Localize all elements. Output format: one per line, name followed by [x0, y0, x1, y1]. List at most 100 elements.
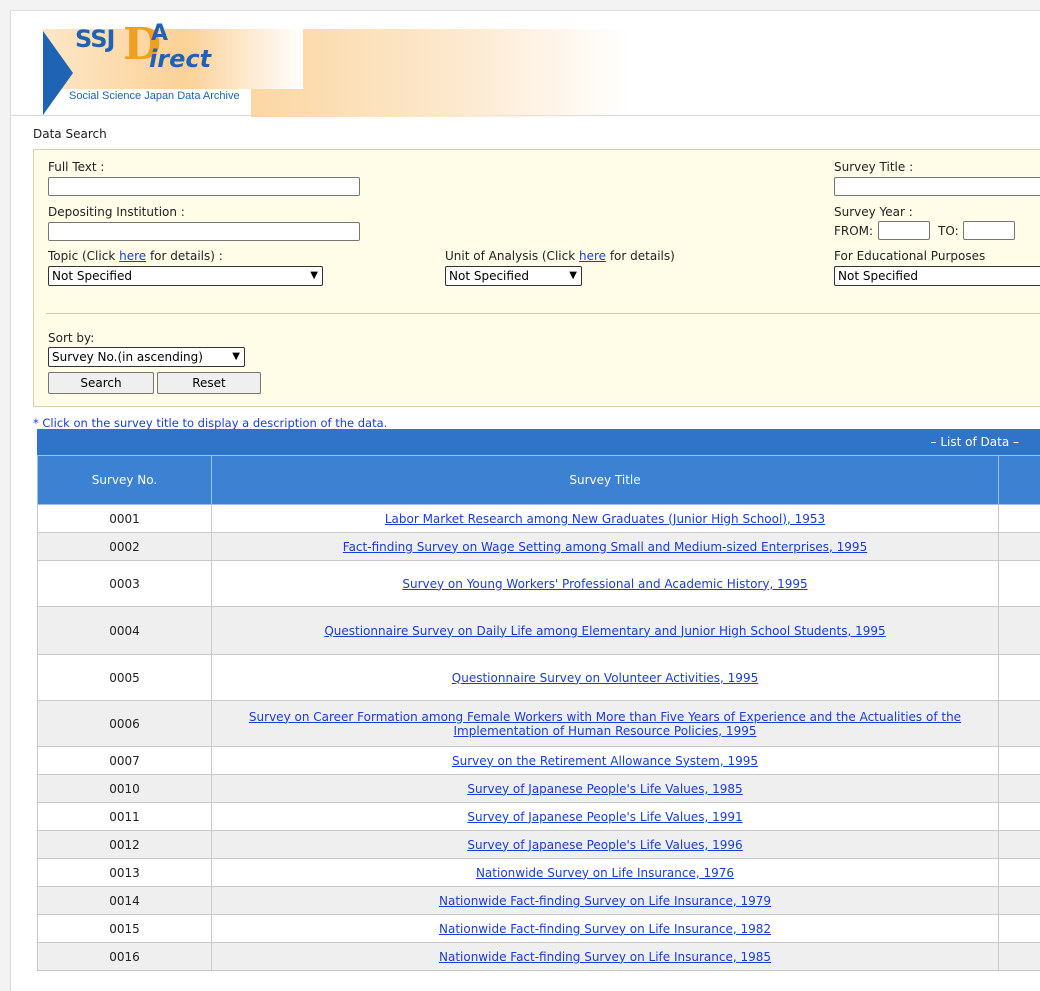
- depositing-input[interactable]: [48, 222, 360, 241]
- table-row: 0001Labor Market Research among New Grad…: [38, 505, 1040, 533]
- survey-title-link[interactable]: Survey on Young Workers' Professional an…: [402, 577, 807, 591]
- table-row: 0012 Survey of Japanese People's Life Val…: [38, 831, 1040, 859]
- extra-cell: [999, 607, 1040, 655]
- survey-title-link[interactable]: Labor Market Research among New Graduate…: [385, 512, 825, 526]
- logo-subtitle: Social Science Japan Data Archive: [69, 90, 240, 102]
- full-text-label: Full Text :: [48, 160, 104, 174]
- table-body: 0001Labor Market Research among New Grad…: [38, 505, 1040, 971]
- depositing-label: Depositing Institution :: [48, 205, 185, 219]
- survey-title-link[interactable]: Survey of Japanese People's Life Values,…: [467, 782, 742, 796]
- survey-title-cell: Survey of Japanese People's Life Values,…: [212, 775, 999, 803]
- from-label: FROM:: [834, 224, 873, 238]
- topic-label-pre: Topic (Click: [48, 249, 119, 263]
- extra-cell: [999, 943, 1040, 971]
- extra-cell: [999, 803, 1040, 831]
- survey-no-cell: 0006: [38, 701, 212, 747]
- edu-select-value: Not Specified: [838, 269, 918, 283]
- survey-title-link[interactable]: Survey on Career Formation among Female …: [249, 710, 961, 738]
- survey-year-label: Survey Year :: [834, 205, 913, 219]
- survey-title-cell: Fact-finding Survey on Wage Setting amon…: [212, 533, 999, 561]
- edu-select[interactable]: Not Specified: [834, 266, 1040, 286]
- survey-title-link[interactable]: Questionnaire Survey on Volunteer Activi…: [452, 671, 758, 685]
- survey-no-cell: 0011: [38, 803, 212, 831]
- survey-title-cell: Survey of Japanese People's Life Values,…: [212, 831, 999, 859]
- survey-no-cell: 0002: [38, 533, 212, 561]
- topic-label: Topic (Click here for details) :: [48, 249, 223, 263]
- col-survey-no: Survey No.: [38, 456, 212, 505]
- extra-cell: [999, 775, 1040, 803]
- table-row: 0010 Survey of Japanese People's Life Val…: [38, 775, 1040, 803]
- logo-ssj[interactable]: SSJ: [75, 25, 114, 53]
- survey-title-label: Survey Title :: [834, 160, 913, 174]
- logo-a[interactable]: A: [151, 21, 168, 46]
- search-form: Full Text : Depositing Institution : Top…: [33, 149, 1040, 407]
- survey-title-link[interactable]: Survey of Japanese People's Life Values,…: [467, 810, 742, 824]
- extra-cell: [999, 533, 1040, 561]
- topic-select[interactable]: Not Specified▼: [48, 266, 323, 286]
- extra-cell: [999, 505, 1040, 533]
- reset-button[interactable]: Reset: [157, 372, 261, 394]
- table-row: 0016 Nationwide Fact-finding Survey on Li…: [38, 943, 1040, 971]
- table-row: 0003Survey on Young Workers' Professiona…: [38, 561, 1040, 607]
- search-button[interactable]: Search: [48, 372, 154, 394]
- survey-no-cell: 0010: [38, 775, 212, 803]
- col-survey-title: Survey Title: [212, 456, 999, 505]
- chevron-down-icon: ▼: [232, 348, 240, 366]
- unit-select-value: Not Specified: [449, 269, 529, 283]
- survey-no-cell: 0012: [38, 831, 212, 859]
- extra-cell: [999, 701, 1040, 747]
- survey-no-cell: 0016: [38, 943, 212, 971]
- logo-arrow-icon: [43, 31, 73, 115]
- unit-label-pre: Unit of Analysis (Click: [445, 249, 579, 263]
- form-divider: [46, 313, 1040, 314]
- survey-title-link[interactable]: Fact-finding Survey on Wage Setting amon…: [343, 540, 867, 554]
- topic-help-link[interactable]: here: [119, 249, 146, 263]
- survey-table: Survey No. Survey Title 0001Labor Market…: [37, 455, 1040, 971]
- survey-title-link[interactable]: Nationwide Fact-finding Survey on Life I…: [439, 922, 771, 936]
- extra-cell: [999, 887, 1040, 915]
- chevron-down-icon: ▼: [569, 267, 577, 285]
- table-row: 0014Nationwide Fact-finding Survey on Li…: [38, 887, 1040, 915]
- extra-cell: [999, 655, 1040, 701]
- full-text-input[interactable]: [48, 177, 360, 196]
- unit-select[interactable]: Not Specified ▼: [445, 266, 582, 286]
- to-label: TO:: [938, 224, 959, 238]
- logo-irect[interactable]: irect: [149, 45, 211, 73]
- unit-label: Unit of Analysis (Click here for details…: [445, 249, 675, 263]
- survey-title-link[interactable]: Nationwide Fact-finding Survey on Life I…: [439, 894, 771, 908]
- survey-title-cell: Nationwide Fact-finding Survey on Life I…: [212, 915, 999, 943]
- survey-title-input[interactable]: [834, 177, 1040, 196]
- unit-help-link[interactable]: here: [579, 249, 606, 263]
- survey-title-cell: Survey of Japanese People's Life Values,…: [212, 803, 999, 831]
- survey-title-cell: Labor Market Research among New Graduate…: [212, 505, 999, 533]
- table-row: 0005 Questionnaire Survey on Volunteer Ac…: [38, 655, 1040, 701]
- table-row: 0006 Survey on Career Formation among Fem…: [38, 701, 1040, 747]
- topic-select-value: Not Specified: [52, 269, 132, 283]
- survey-title-link[interactable]: Survey of Japanese People's Life Values,…: [467, 838, 742, 852]
- topic-label-post: for details) :: [146, 249, 223, 263]
- year-from-input[interactable]: [878, 221, 930, 240]
- sort-select-value: Survey No.(in ascending): [52, 350, 203, 364]
- survey-title-cell: Questionnaire Survey on Volunteer Activi…: [212, 655, 999, 701]
- sort-select[interactable]: Survey No.(in ascending) ▼: [48, 347, 245, 367]
- table-row: 0004Questionnaire Survey on Daily Life a…: [38, 607, 1040, 655]
- survey-title-cell: Survey on the Retirement Allowance Syste…: [212, 747, 999, 775]
- survey-title-link[interactable]: Questionnaire Survey on Daily Life among…: [324, 624, 885, 638]
- col-extra: [999, 456, 1040, 505]
- survey-title-link[interactable]: Nationwide Fact-finding Survey on Life I…: [439, 950, 771, 964]
- data-list: – List of Data – Survey No. Survey Title…: [37, 429, 1040, 971]
- survey-title-link[interactable]: Nationwide Survey on Life Insurance, 197…: [476, 866, 734, 880]
- edu-label: For Educational Purposes: [834, 249, 985, 263]
- header-decoration: [251, 29, 631, 117]
- sort-label: Sort by:: [48, 331, 94, 345]
- survey-title-link[interactable]: Survey on the Retirement Allowance Syste…: [452, 754, 758, 768]
- list-of-data-header: – List of Data –: [37, 429, 1040, 455]
- survey-no-cell: 0013: [38, 859, 212, 887]
- year-to-input[interactable]: [963, 221, 1015, 240]
- survey-title-cell: Survey on Career Formation among Female …: [212, 701, 999, 747]
- extra-cell: [999, 561, 1040, 607]
- survey-no-cell: 0005: [38, 655, 212, 701]
- table-row: 0013 Nationwide Survey on Life Insurance,…: [38, 859, 1040, 887]
- table-row: 0015Nationwide Fact-finding Survey on Li…: [38, 915, 1040, 943]
- table-row: 0002 Fact-finding Survey on Wage Setting …: [38, 533, 1040, 561]
